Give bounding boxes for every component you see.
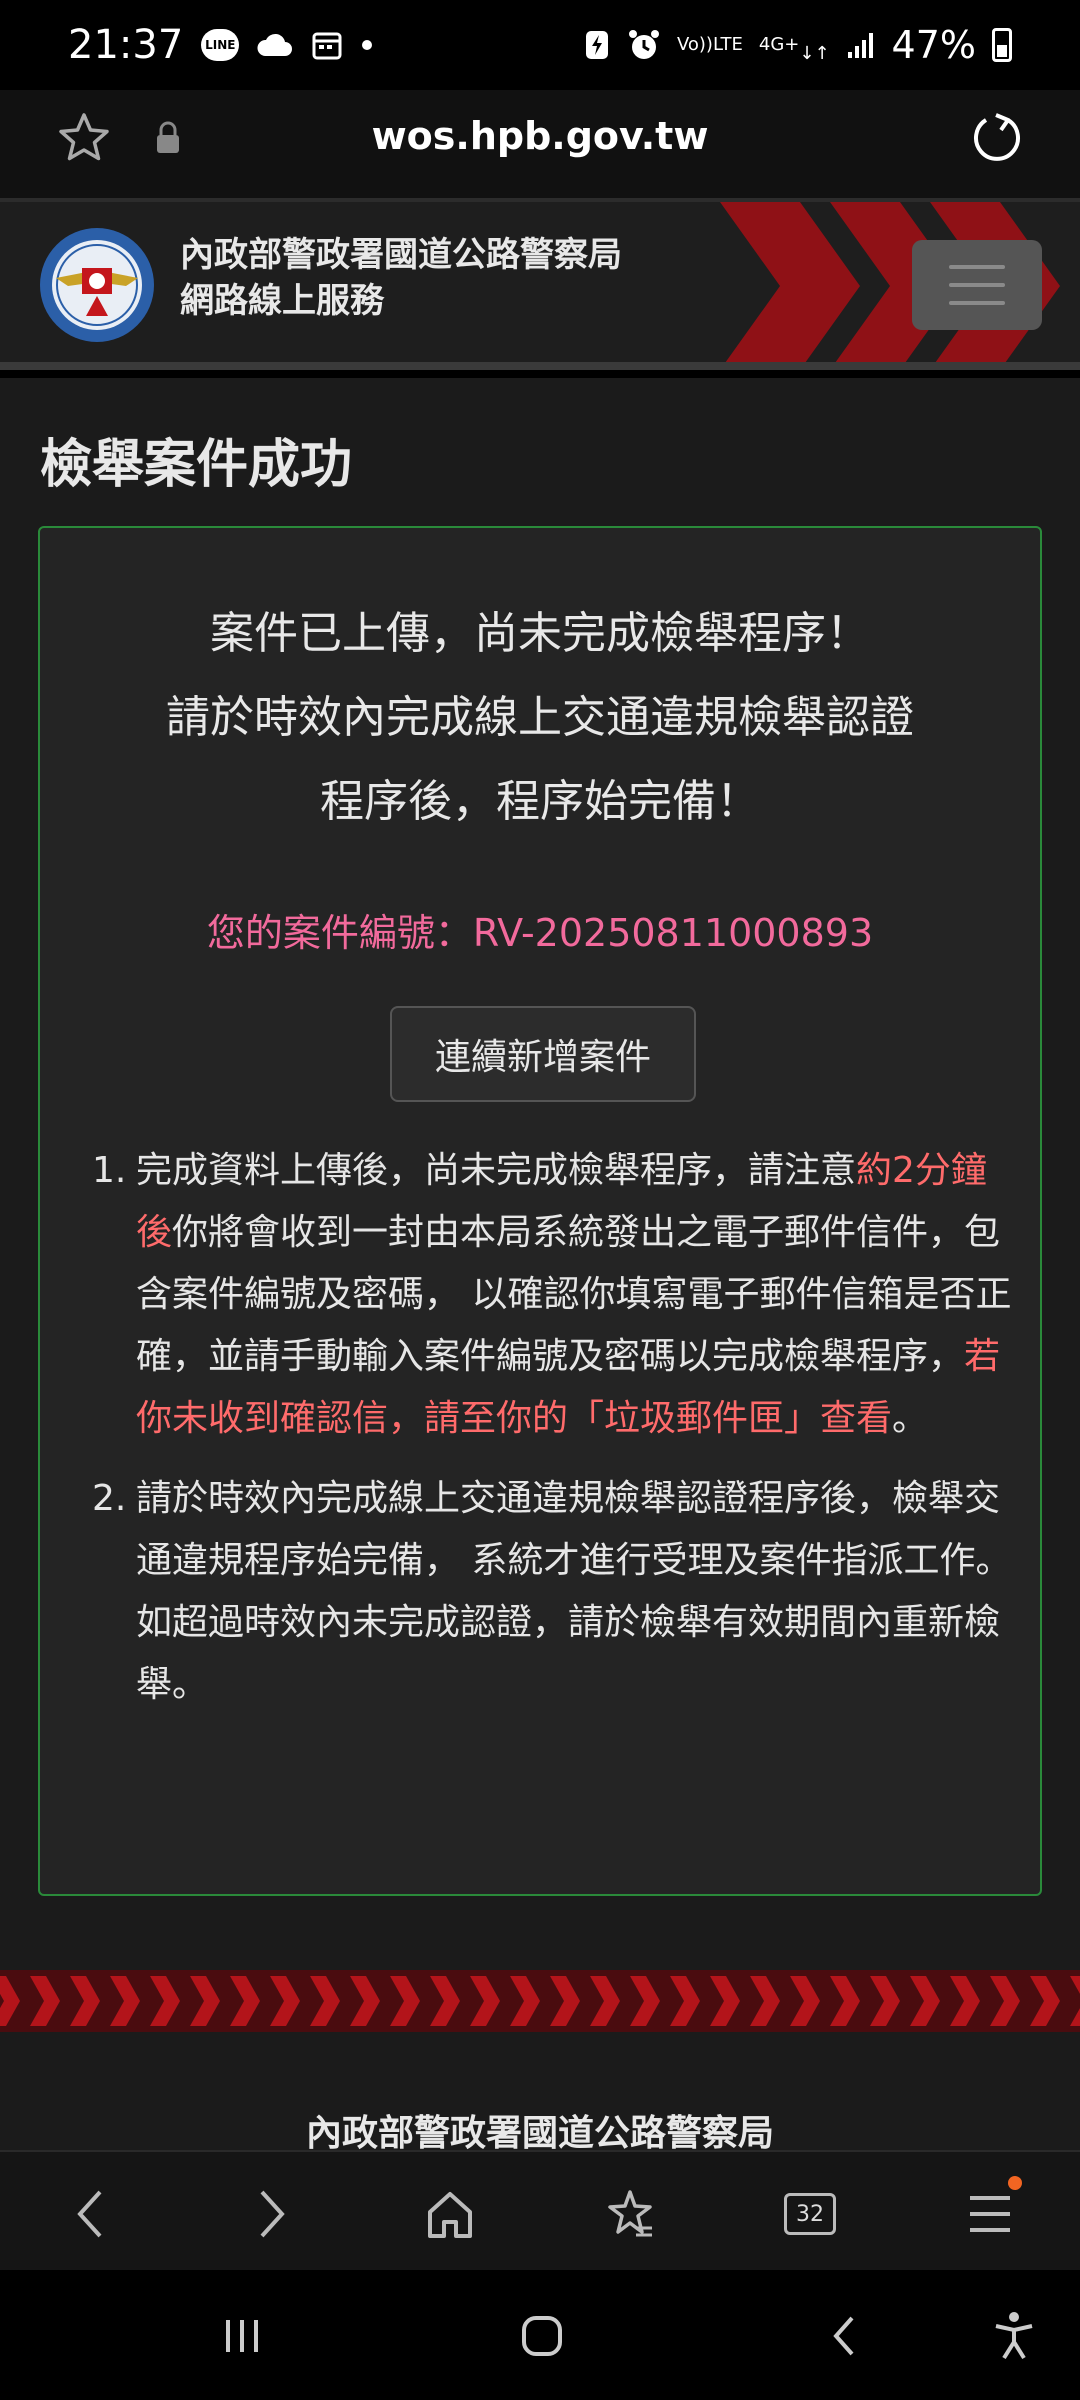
site-footer: 內政部警政署國道公路警察局 (0, 1970, 1080, 2150)
heading-line1: 案件已上傳，尚未完成檢舉程序！ (210, 608, 870, 659)
back-nav-icon[interactable] (814, 2306, 874, 2366)
more-notifications-dot-icon (361, 39, 373, 51)
back-arrow-icon[interactable] (58, 2182, 122, 2246)
tabs-icon[interactable]: 32 (778, 2182, 842, 2246)
bookmarks-icon[interactable] (598, 2182, 662, 2246)
note-text: 完成資料上傳後，尚未完成檢舉程序，請注意 (136, 1150, 857, 1191)
battery-saver-icon (583, 28, 611, 62)
page-title: 檢舉案件成功 (40, 435, 353, 495)
case-number: 您的案件編號：RV-20250811000893 (40, 902, 1040, 957)
hamburger-icon (949, 265, 1005, 269)
url-text[interactable]: wos.hpb.gov.tw (0, 114, 1080, 158)
home-icon[interactable] (418, 2182, 482, 2246)
case-number-label: 您的案件編號： (206, 911, 473, 955)
notes-list: 1. 完成資料上傳後，尚未完成檢舉程序，請注意約2分鐘後你將會收到一封由本局系統… (92, 1140, 1022, 1734)
forward-arrow-icon[interactable] (240, 2182, 304, 2246)
main-content: 檢舉案件成功 案件已上傳，尚未完成檢舉程序！ 請於時效內完成線上交通違規檢舉認證… (0, 378, 1080, 1970)
network-type-label: 4G+ (758, 34, 800, 55)
note-text: 你將會收到一封由本局系統發出之電子郵件信件，包含案件編號及密碼， 以確認你填寫電… (136, 1212, 1012, 1377)
note-number: 1. (92, 1150, 127, 1191)
cloud-icon (257, 32, 293, 58)
hamburger-line (949, 283, 1005, 287)
reload-icon[interactable] (968, 110, 1024, 166)
site-header: 內政部警政署國道公路警察局 網路線上服務 (0, 202, 1080, 370)
note-text: 。 (892, 1398, 929, 1439)
line-notification-icon: LINE (201, 29, 240, 61)
success-card: 案件已上傳，尚未完成檢舉程序！ 請於時效內完成線上交通違規檢舉認證 程序後，程序… (38, 526, 1042, 1896)
case-number-value: RV-20250811000893 (472, 911, 874, 955)
notification-dot (1008, 2176, 1022, 2190)
footer-org-name: 內政部警政署國道公路警察局 (305, 2113, 774, 2150)
site-title-line1: 內政部警政署國道公路警察局 (180, 235, 622, 275)
browser-toolbar: 32 (0, 2150, 1080, 2270)
note-item: 1. 完成資料上傳後，尚未完成檢舉程序，請注意約2分鐘後你將會收到一封由本局系統… (92, 1140, 1022, 1450)
battery-percent: 47% (891, 23, 976, 67)
heading-line2: 請於時效內完成線上交通違規檢舉認證 (166, 692, 914, 743)
continue-add-case-button[interactable]: 連續新增案件 (390, 1006, 696, 1102)
hamburger-menu-button[interactable] (912, 240, 1042, 330)
android-nav-bar (0, 2270, 1080, 2400)
accessibility-icon[interactable] (984, 2306, 1044, 2366)
signal-icon (846, 30, 876, 60)
volte-bottom-label: LTE (712, 34, 743, 55)
alarm-icon (627, 28, 661, 62)
status-time: 21:37 (68, 22, 184, 68)
status-right: Vo)) LTE 4G+ ↓↑ 47% (583, 23, 1012, 67)
recent-apps-icon[interactable] (212, 2306, 272, 2366)
home-nav-icon[interactable] (512, 2306, 572, 2366)
card-heading: 案件已上傳，尚未完成檢舉程序！ 請於時效內完成線上交通違規檢舉認證 程序後，程序… (40, 592, 1040, 844)
footer-chevron-band (0, 1970, 1080, 2032)
note-item: 2. 請於時效內完成線上交通違規檢舉認證程序後，檢舉交通違規程序始完備， 系統才… (92, 1468, 1022, 1716)
heading-line3: 程序後，程序始完備！ (320, 776, 760, 827)
hamburger-line (949, 301, 1005, 305)
battery-icon (992, 28, 1012, 62)
status-left: 21:37 LINE (68, 22, 373, 68)
site-title-line2: 網路線上服務 (180, 281, 384, 321)
calendar-icon (311, 29, 343, 61)
volte-icon: Vo)) LTE (677, 36, 743, 54)
network-type-icon: 4G+ ↓↑ (758, 34, 830, 64)
note-number: 2. (92, 1478, 127, 1519)
tabs-count: 32 (784, 2193, 836, 2235)
note-text: 請於時效內完成線上交通違規檢舉認證程序後，檢舉交通違規程序始完備， 系統才進行受… (136, 1478, 1012, 1705)
status-bar: 21:37 LINE Vo)) LTE 4G+ ↓↑ 47% (0, 0, 1080, 90)
site-title[interactable]: 內政部警政署國道公路警察局 網路線上服務 (180, 232, 622, 324)
agency-logo[interactable] (38, 226, 156, 344)
browser-menu-icon[interactable] (958, 2176, 1022, 2246)
url-bar: wos.hpb.gov.tw (0, 90, 1080, 200)
volte-top-label: Vo)) (676, 34, 713, 55)
